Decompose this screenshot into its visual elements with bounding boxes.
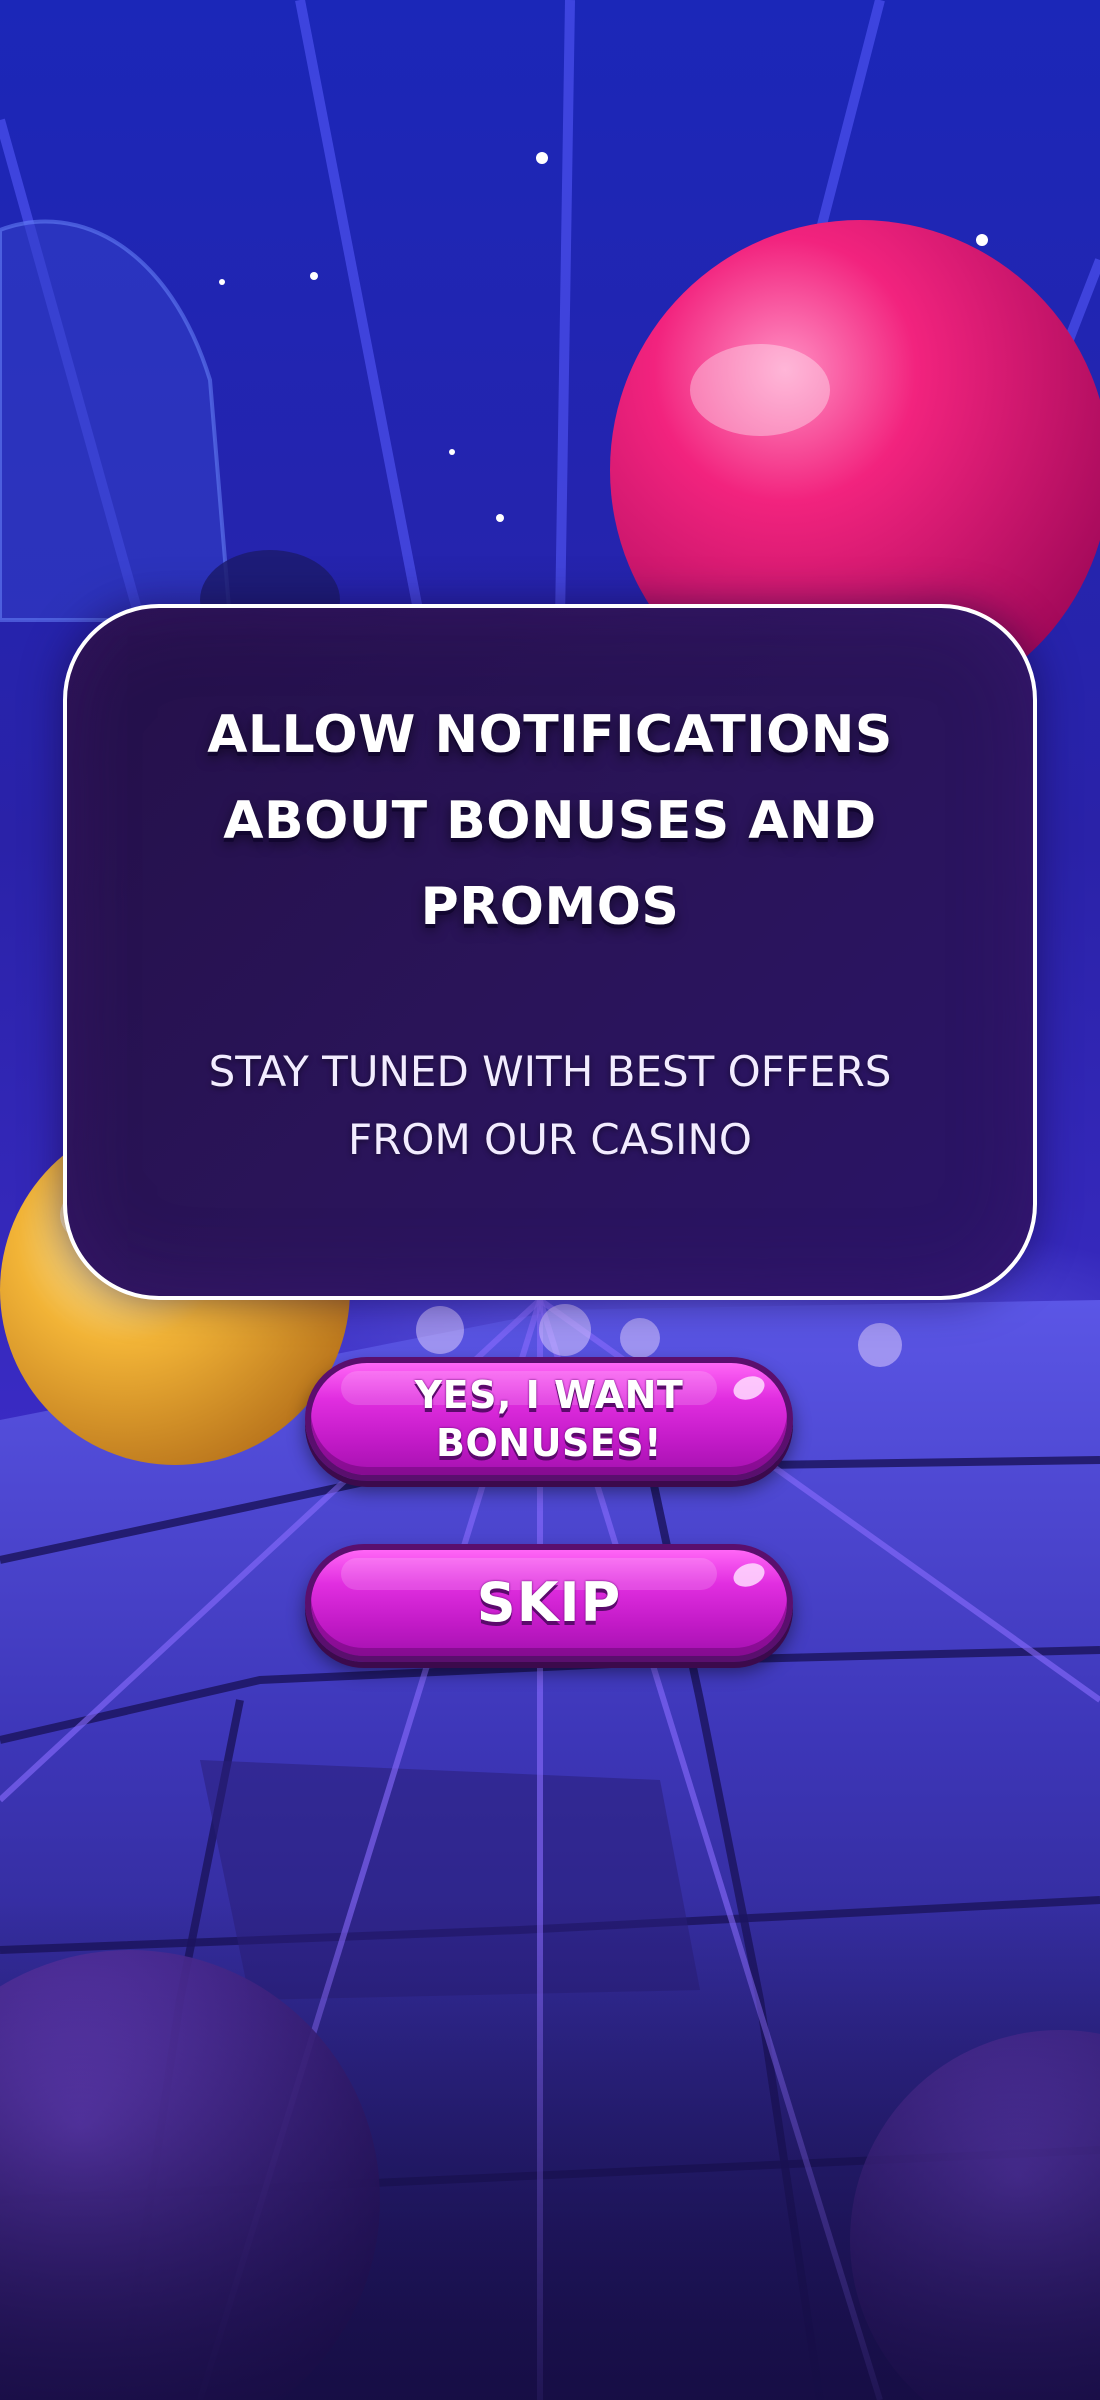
dialog-subtitle: STAY TUNED WITH BEST OFFERS FROM OUR CAS… <box>208 1047 892 1164</box>
button-shine <box>730 1559 768 1591</box>
accept-bonuses-button[interactable]: YES, I WANT BONUSES! <box>305 1357 793 1481</box>
accept-bonuses-label: YES, I WANT BONUSES! <box>414 1373 684 1465</box>
notification-permission-dialog: ALLOW NOTIFICATIONS ABOUT BONUSES AND PR… <box>63 604 1037 1300</box>
skip-label: SKIP <box>476 1571 622 1634</box>
dialog-title: ALLOW NOTIFICATIONS ABOUT BONUSES AND PR… <box>207 705 893 937</box>
skip-button[interactable]: SKIP <box>305 1544 793 1662</box>
